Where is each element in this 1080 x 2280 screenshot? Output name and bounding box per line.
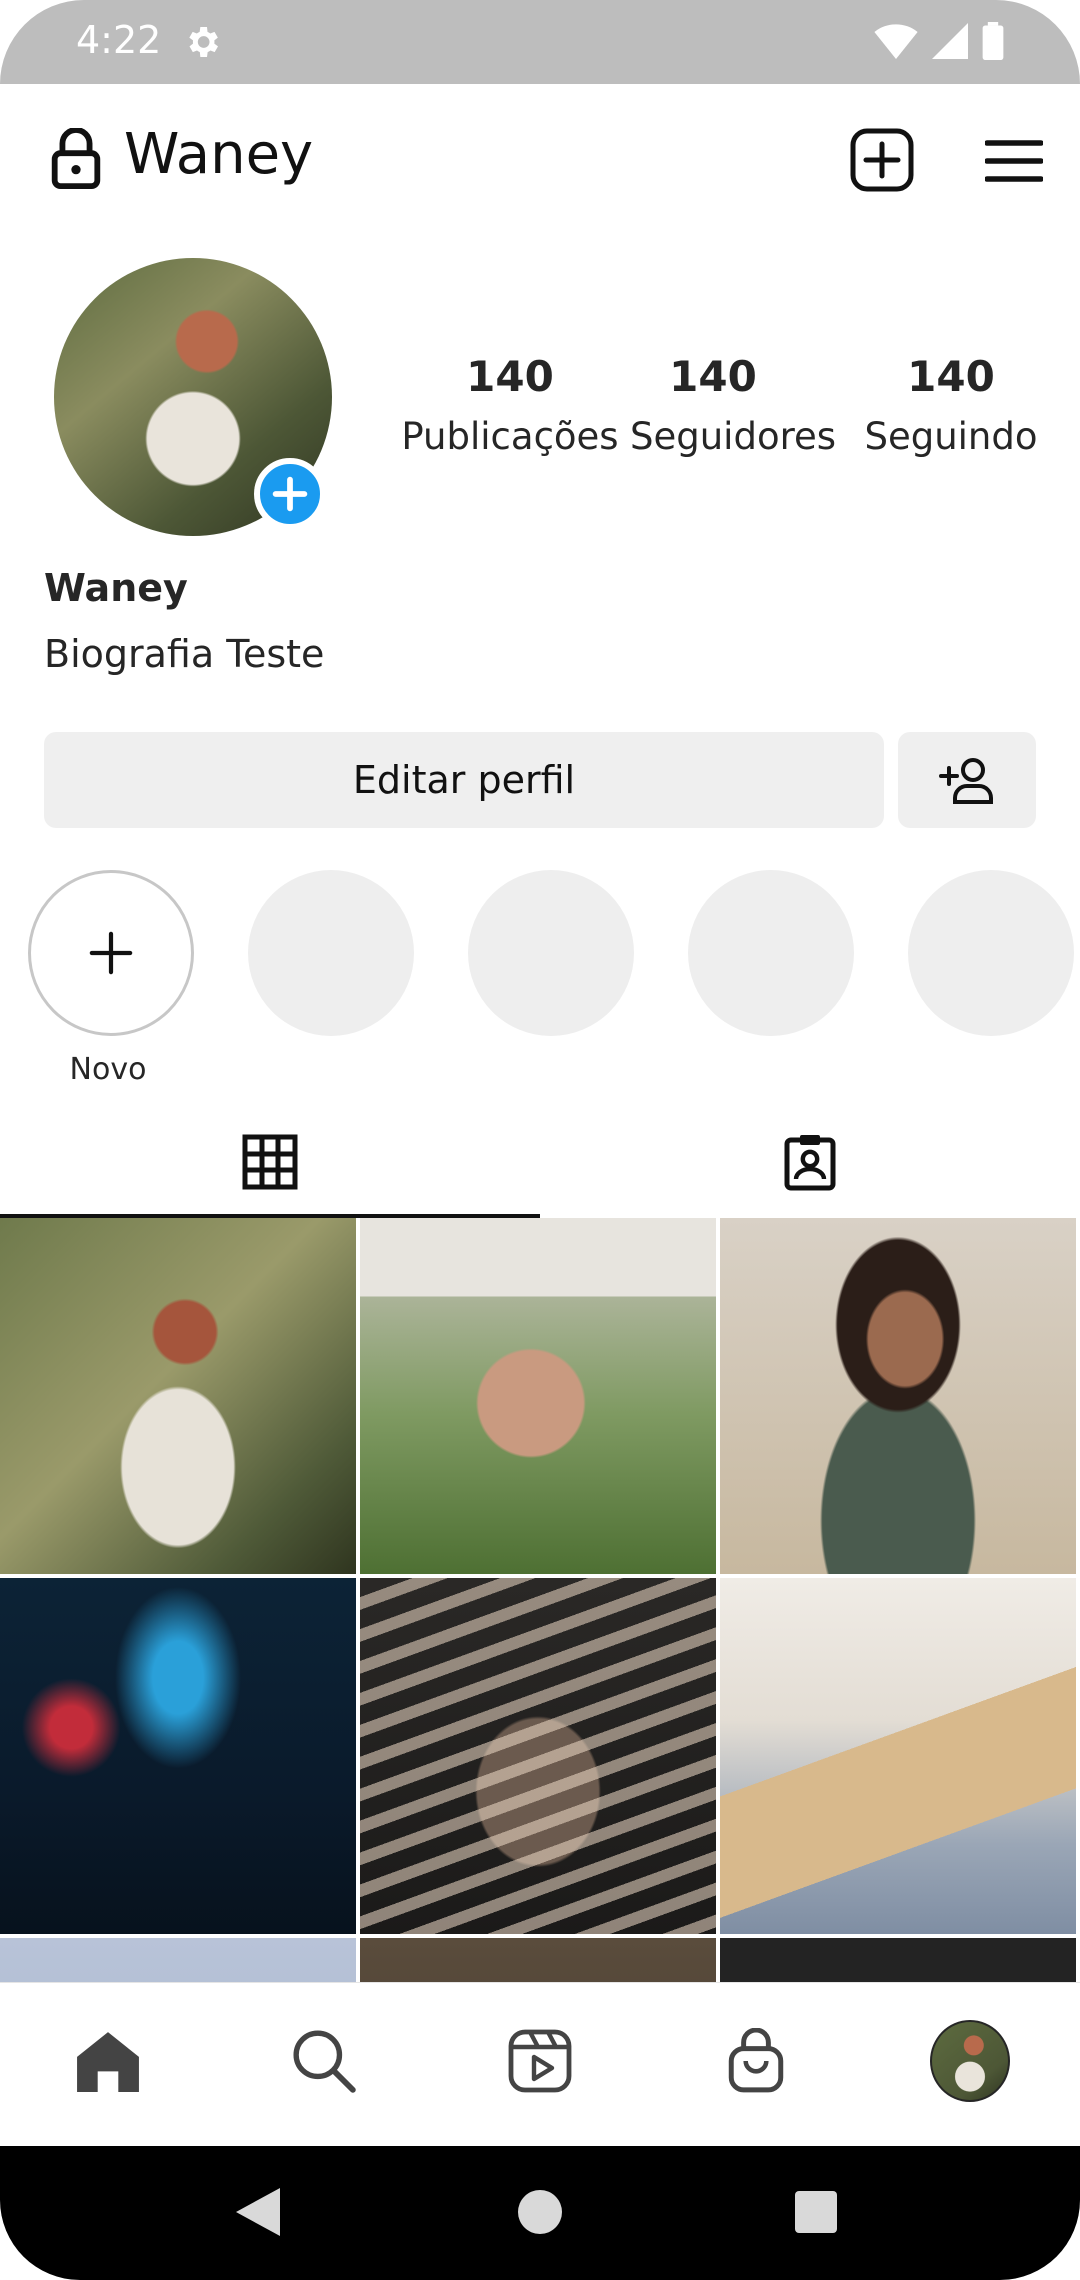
post-thumbnail[interactable]: [0, 1578, 356, 1934]
search-icon: [293, 2030, 356, 2093]
post-thumbnail[interactable]: [360, 1218, 716, 1574]
posts-grid: [0, 1218, 1080, 1982]
recents-square-icon: [795, 2191, 837, 2233]
nav-home[interactable]: [68, 2021, 148, 2101]
add-person-icon: [939, 758, 993, 804]
tab-posts-grid[interactable]: [0, 1106, 540, 1218]
bottom-nav: [0, 1982, 1080, 2146]
grid-icon: [242, 1134, 298, 1190]
stat-label: Seguidores: [630, 415, 837, 458]
stat-label: Publicações: [401, 415, 619, 458]
stat-following[interactable]: 140 Seguindo: [862, 352, 1040, 458]
discover-people-button[interactable]: [898, 732, 1036, 828]
highlight-placeholder[interactable]: [688, 870, 854, 1036]
post-thumbnail[interactable]: [360, 1938, 716, 1982]
new-highlight-button[interactable]: [28, 870, 194, 1036]
nav-reels[interactable]: [500, 2021, 580, 2101]
stat-value: 140: [466, 352, 554, 401]
back-triangle-icon: [236, 2188, 280, 2236]
signal-icon: [932, 23, 968, 59]
post-thumbnail[interactable]: [0, 1218, 356, 1574]
system-nav-bar: [0, 2146, 1080, 2280]
profile-bio: Biografia Teste: [44, 632, 325, 676]
stat-value: 140: [907, 352, 995, 401]
status-bar: 4:22: [0, 0, 1080, 84]
profile-avatar-icon: [930, 2020, 1010, 2102]
plus-icon: [89, 931, 133, 975]
status-time: 4:22: [76, 18, 162, 62]
edit-profile-button[interactable]: Editar perfil: [44, 732, 884, 828]
battery-icon: [982, 22, 1004, 60]
profile-stats: 140 Publicações 140 Seguidores 140 Segui…: [390, 352, 1050, 472]
account-username[interactable]: Waney: [124, 122, 313, 187]
post-thumbnail[interactable]: [720, 1218, 1076, 1574]
recents-button[interactable]: [786, 2182, 846, 2242]
wifi-icon: [874, 24, 918, 59]
new-post-button[interactable]: [850, 128, 914, 192]
stat-posts[interactable]: 140 Publicações: [388, 352, 632, 458]
highlight-placeholder[interactable]: [908, 870, 1074, 1036]
nav-profile[interactable]: [930, 2020, 1010, 2102]
reels-icon: [508, 2029, 572, 2093]
tagged-icon: [784, 1135, 836, 1191]
add-story-button[interactable]: [254, 458, 326, 530]
plus-icon: [272, 476, 308, 512]
post-thumbnail[interactable]: [0, 1938, 356, 1982]
highlight-placeholder[interactable]: [248, 870, 414, 1036]
app-header: Waney: [0, 84, 1080, 234]
new-highlight-label: Novo: [69, 1052, 147, 1087]
tab-tagged[interactable]: [540, 1106, 1080, 1218]
back-button[interactable]: [228, 2182, 288, 2242]
menu-button[interactable]: [985, 139, 1043, 183]
shop-icon: [728, 2028, 784, 2093]
status-icons: [874, 22, 1004, 60]
home-icon: [77, 2032, 139, 2092]
profile-tabs: [0, 1106, 1080, 1218]
nav-search[interactable]: [284, 2021, 364, 2101]
stat-label: Seguindo: [864, 415, 1038, 458]
nav-shop[interactable]: [716, 2021, 796, 2101]
post-thumbnail[interactable]: [720, 1938, 1076, 1982]
post-thumbnail[interactable]: [360, 1578, 716, 1934]
lock-icon: [51, 128, 101, 190]
home-button[interactable]: [510, 2182, 570, 2242]
post-thumbnail[interactable]: [720, 1578, 1076, 1934]
stat-value: 140: [669, 352, 757, 401]
profile-name: Waney: [44, 566, 188, 610]
highlight-placeholder[interactable]: [468, 870, 634, 1036]
stat-followers[interactable]: 140 Seguidores: [630, 352, 837, 458]
profile-avatar-wrap[interactable]: [54, 258, 332, 536]
settings-gear-icon: [189, 27, 218, 57]
home-circle-icon: [518, 2190, 562, 2234]
